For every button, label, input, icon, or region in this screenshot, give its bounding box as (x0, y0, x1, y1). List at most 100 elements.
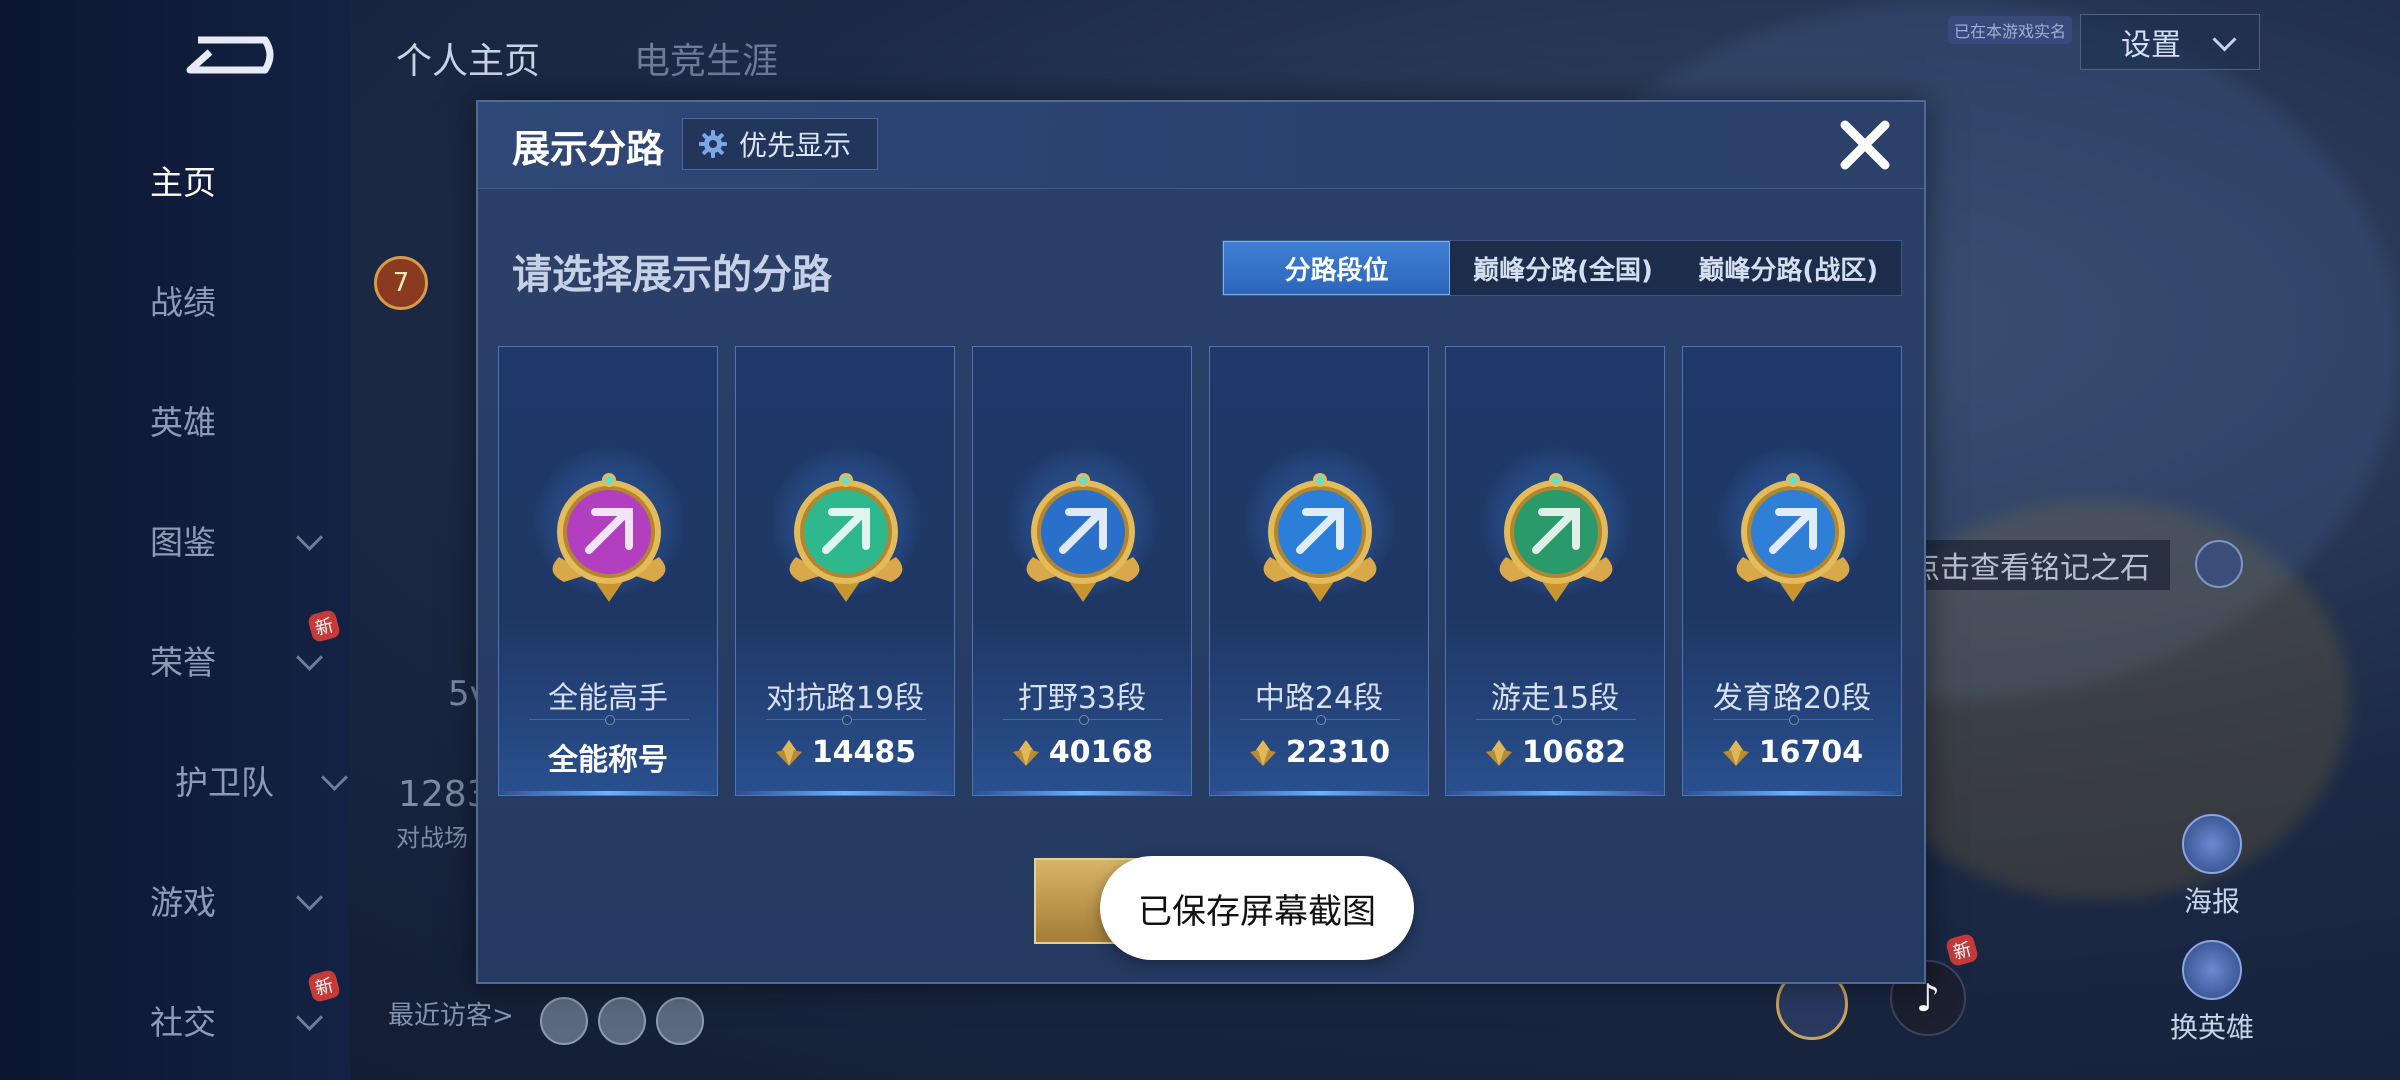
lane-card-value-text: 10682 (1521, 735, 1627, 770)
settings-dropdown[interactable]: 设置 (2080, 14, 2260, 70)
lane-card-list: 全能高手 全能称号 对抗路19段 14485 打野33段 40168 中路24段 22310 游… (498, 346, 1904, 798)
card-bottom-glow (736, 791, 954, 795)
lane-card-value: 全能称号 (499, 735, 717, 779)
tab-lane-rank[interactable]: 分路段位 (1223, 241, 1451, 295)
sidebar-item-label: 护卫队 (175, 763, 274, 802)
poster-icon (2182, 814, 2242, 874)
visitor-avatar[interactable] (540, 997, 588, 1045)
lane-card[interactable]: 游走15段 10682 (1445, 346, 1665, 796)
sidebar-item[interactable]: 游戏 (150, 870, 330, 930)
level-badge: 7 (374, 256, 428, 310)
lane-card-name: 打野33段 (1017, 681, 1147, 716)
tab-peak-region[interactable]: 巅峰分路(战区) (1676, 241, 1901, 295)
close-button[interactable] (1832, 112, 1898, 178)
match-count-label: 对战场 (396, 824, 468, 852)
chevron-down-icon (296, 524, 323, 551)
gear-icon (699, 130, 727, 158)
sidebar-item-label: 游戏 (150, 883, 216, 922)
sidebar-item-label: 图鉴 (150, 523, 216, 562)
mid-lane-badge-icon (1263, 473, 1377, 602)
rank-points-icon (1722, 739, 1749, 766)
lane-card-value: 10682 (1446, 735, 1664, 770)
lane-card[interactable]: 全能高手 全能称号 (498, 346, 718, 796)
rank-points-icon (1485, 739, 1512, 766)
rank-points-icon (775, 739, 802, 766)
chevron-down-icon (321, 764, 348, 791)
sidebar-item[interactable]: 战绩 (150, 270, 330, 330)
sidebar-item-label: 社交 (150, 1003, 216, 1042)
poster-label: 海报 (2183, 885, 2240, 918)
farm-lane-badge-icon (1736, 473, 1850, 602)
change-hero-label: 换英雄 (2169, 1011, 2254, 1044)
sidebar-item-label: 荣誉 (150, 643, 216, 682)
lane-card-value: 40168 (973, 735, 1191, 770)
lane-card[interactable]: 发育路20段 16704 (1682, 346, 1902, 796)
lane-card[interactable]: 中路24段 22310 (1209, 346, 1429, 796)
lane-card-name: 全能高手 (548, 681, 668, 716)
lane-card-value-text: 全能称号 (548, 743, 668, 778)
sidebar-item[interactable]: 英雄 (150, 390, 330, 450)
lane-card-value: 22310 (1210, 735, 1428, 770)
chevron-down-icon (2212, 27, 2237, 52)
recent-visitors-label[interactable]: 最近访客> (388, 995, 514, 1032)
rune-icon[interactable] (2195, 540, 2243, 588)
display-lane-modal: 展示分路 优先显示 请选择展示的分路 分路段位 巅峰分路(全国) 巅峰分路(战区… (476, 100, 1926, 984)
sidebar-item[interactable]: 图鉴 (150, 510, 330, 570)
card-bottom-glow (499, 791, 717, 795)
rank-points-icon (1012, 739, 1039, 766)
lane-card-value-text: 40168 (1048, 735, 1154, 770)
lane-card-value: 14485 (736, 735, 954, 770)
lane-card-value-text: 16704 (1758, 735, 1864, 770)
change-hero-button[interactable]: 换英雄 (2152, 940, 2272, 1046)
change-hero-icon (2182, 940, 2242, 1000)
lane-card[interactable]: 对抗路19段 14485 (735, 346, 955, 796)
priority-display-button[interactable]: 优先显示 (682, 118, 878, 170)
sidebar-item[interactable]: 社交 新 (150, 968, 342, 1050)
tab-personal-home[interactable]: 个人主页 (396, 32, 540, 84)
sidebar-item-label: 战绩 (150, 283, 216, 322)
sidebar-item[interactable]: 护卫队 (175, 750, 355, 810)
new-tag: 新 (1944, 932, 1980, 968)
clash-lane-badge-icon (789, 473, 903, 602)
roam-badge-icon (1499, 473, 1613, 602)
tab-esports-career[interactable]: 电竞生涯 (634, 32, 778, 84)
card-divider (529, 715, 689, 725)
all-round-badge-icon (552, 473, 666, 602)
chevron-down-icon (296, 644, 323, 671)
lane-card[interactable]: 打野33段 40168 (972, 346, 1192, 796)
card-bottom-glow (1683, 791, 1901, 795)
card-bottom-glow (973, 791, 1191, 795)
poster-button[interactable]: 海报 (2152, 814, 2272, 920)
new-tag: 新 (306, 968, 342, 1004)
modal-header: 展示分路 优先显示 (478, 102, 1924, 189)
screenshot-saved-toast: 已保存屏幕截图 (1100, 856, 1414, 960)
card-divider (1713, 715, 1873, 725)
tab-peak-national[interactable]: 巅峰分路(全国) (1450, 241, 1675, 295)
lane-card-name: 对抗路19段 (765, 681, 925, 716)
back-arrow-icon[interactable] (180, 30, 280, 80)
sidebar: 主页 战绩 英雄 图鉴 荣誉新护卫队 游戏 社交新 (0, 0, 350, 1080)
card-divider (1476, 715, 1636, 725)
lane-card-value-text: 22310 (1285, 735, 1391, 770)
section-subtitle: 请选择展示的分路 (512, 252, 832, 298)
segment-tabs: 分路段位 巅峰分路(全国) 巅峰分路(战区) (1222, 240, 1902, 296)
priority-display-label: 优先显示 (739, 129, 852, 162)
visitor-avatar[interactable] (598, 997, 646, 1045)
chevron-down-icon (296, 1004, 323, 1031)
jungle-badge-icon (1026, 473, 1140, 602)
sidebar-item[interactable]: 荣誉 新 (150, 608, 342, 690)
card-divider (1240, 715, 1400, 725)
sidebar-item[interactable]: 主页 (150, 150, 330, 210)
settings-label: 设置 (2121, 28, 2181, 63)
new-tag: 新 (306, 608, 342, 644)
card-bottom-glow (1446, 791, 1664, 795)
lane-card-value-text: 14485 (811, 735, 917, 770)
chevron-down-icon (296, 884, 323, 911)
sidebar-item-label: 英雄 (150, 403, 216, 442)
visitor-avatar[interactable] (656, 997, 704, 1045)
card-divider (766, 715, 926, 725)
settings-hint-badge: 已在本游戏实名 (1948, 16, 2073, 44)
lane-card-name: 中路24段 (1254, 681, 1384, 716)
rune-hint[interactable]: 点击查看铭记之石 (1900, 540, 2170, 590)
lane-card-name: 发育路20段 (1712, 681, 1872, 716)
